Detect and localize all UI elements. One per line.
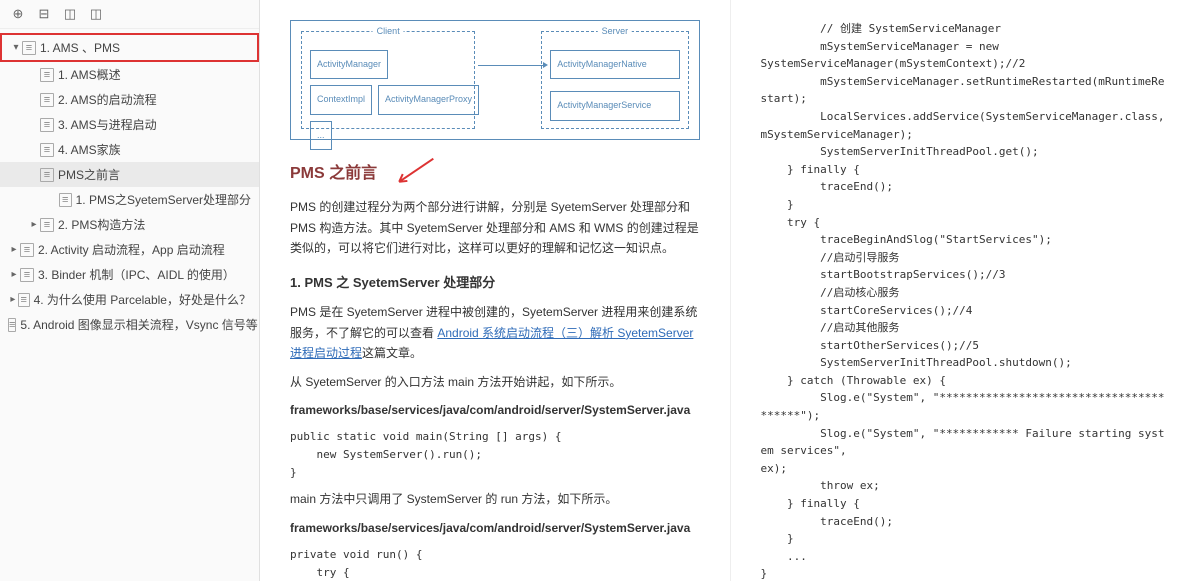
- diagram-server-group: Server ActivityManagerNative ActivityMan…: [541, 31, 688, 129]
- paragraph: PMS 是在 SyetemServer 进程中被创建的，SyetemServer…: [290, 302, 700, 363]
- expand-arrow-icon[interactable]: ▸: [28, 219, 40, 230]
- bookmark-icon[interactable]: ◫: [62, 6, 78, 22]
- outline-item[interactable]: ≡ 2. AMS的启动流程: [0, 87, 259, 112]
- content-right-column: // 创建 SystemServiceManager mSystemServic…: [731, 0, 1200, 581]
- architecture-diagram: Client ActivityManager ContextImpl Activ…: [290, 20, 700, 140]
- outline-item-label: 1. AMS概述: [58, 66, 121, 83]
- diagram-box-ams: ActivityManagerService: [550, 91, 679, 120]
- outline-item[interactable]: ≡ 5. Android 图像显示相关流程，Vsync 信号等: [0, 312, 259, 337]
- content-area: Client ActivityManager ContextImpl Activ…: [260, 0, 1200, 581]
- outline-item[interactable]: ▾≡ 1. AMS 、PMS: [0, 33, 259, 62]
- code-block: private void run() { try { ... //创建消息Loo…: [290, 546, 700, 581]
- outline-item[interactable]: ≡ 3. AMS与进程启动: [0, 112, 259, 137]
- expand-arrow-icon[interactable]: ▸: [8, 294, 18, 305]
- add-icon[interactable]: ⊕: [10, 6, 26, 22]
- outline-item-label: 1. AMS 、PMS: [40, 39, 120, 56]
- code-path: frameworks/base/services/java/com/androi…: [290, 518, 700, 538]
- document-icon: ≡: [40, 118, 54, 132]
- code-block: public static void main(String [] args) …: [290, 428, 700, 481]
- diagram-arrow-icon: [478, 65, 543, 66]
- section-heading: PMS 之前言: [290, 160, 700, 187]
- subsection-heading: 1. PMS 之 SyetemServer 处理部分: [290, 272, 700, 294]
- document-icon: ≡: [40, 168, 54, 182]
- diagram-box-amp: ActivityManagerProxy: [378, 85, 479, 114]
- diagram-client-label: Client: [373, 24, 404, 39]
- outline-item-label: 5. Android 图像显示相关流程，Vsync 信号等: [20, 316, 257, 333]
- outline-item-label: 4. AMS家族: [58, 141, 121, 158]
- code-path: frameworks/base/services/java/com/androi…: [290, 400, 700, 420]
- diagram-box-amn: ActivityManagerNative: [550, 50, 679, 79]
- document-icon: ≡: [18, 293, 30, 307]
- outline-item-label: 2. AMS的启动流程: [58, 91, 157, 108]
- outline-item[interactable]: ≡ PMS之前言: [0, 162, 259, 187]
- outline-item[interactable]: ▸≡ 3. Binder 机制（IPC、AIDL 的使用）: [0, 262, 259, 287]
- document-icon: ≡: [8, 318, 16, 332]
- document-icon: ≡: [22, 41, 36, 55]
- outline-item-label: 2. PMS构造方法: [58, 216, 145, 233]
- diagram-client-group: Client ActivityManager ContextImpl Activ…: [301, 31, 475, 129]
- document-icon: ≡: [40, 143, 54, 157]
- collapse-icon[interactable]: ⊟: [36, 6, 52, 22]
- outline-item[interactable]: ≡ 4. AMS家族: [0, 137, 259, 162]
- diagram-server-label: Server: [598, 24, 633, 39]
- outline-item-label: 3. Binder 机制（IPC、AIDL 的使用）: [38, 266, 235, 283]
- expand-arrow-icon[interactable]: ▸: [8, 244, 20, 255]
- outline-item[interactable]: ≡ 1. PMS之SyetemServer处理部分: [0, 187, 259, 212]
- document-icon: ≡: [59, 193, 72, 207]
- paragraph: PMS 的创建过程分为两个部分进行讲解，分别是 SyetemServer 处理部…: [290, 197, 700, 258]
- expand-arrow-icon[interactable]: ▸: [8, 269, 20, 280]
- paragraph: main 方法中只调用了 SystemServer 的 run 方法，如下所示。: [290, 489, 700, 509]
- paragraph: 从 SyetemServer 的入口方法 main 方法开始讲起，如下所示。: [290, 372, 700, 392]
- document-icon: ≡: [40, 93, 54, 107]
- outline-item[interactable]: ▸≡ 4. 为什么使用 Parcelable，好处是什么？: [0, 287, 259, 312]
- document-icon: ≡: [20, 243, 34, 257]
- outline-item[interactable]: ≡ 1. AMS概述: [0, 62, 259, 87]
- outline-item-label: 1. PMS之SyetemServer处理部分: [76, 191, 251, 208]
- diagram-box-am: ActivityManager: [310, 50, 388, 79]
- sidebar-toolbar: ⊕ ⊟ ◫ ◫: [0, 0, 259, 29]
- document-icon: ≡: [40, 68, 54, 82]
- sidebar: ⊕ ⊟ ◫ ◫ ▾≡1. AMS 、PMS≡1. AMS概述≡2. AMS的启动…: [0, 0, 260, 581]
- outline-item[interactable]: ▸≡ 2. Activity 启动流程，App 启动流程: [0, 237, 259, 262]
- outline-item-label: 3. AMS与进程启动: [58, 116, 157, 133]
- outline-tree: ▾≡1. AMS 、PMS≡1. AMS概述≡2. AMS的启动流程≡3. AM…: [0, 29, 259, 581]
- diagram-box-ci: ContextImpl: [310, 85, 372, 114]
- code-block: // 创建 SystemServiceManager mSystemServic…: [761, 20, 1171, 581]
- bookmark2-icon[interactable]: ◫: [88, 6, 104, 22]
- outline-item-label: 2. Activity 启动流程，App 启动流程: [38, 241, 225, 258]
- content-left-column: Client ActivityManager ContextImpl Activ…: [260, 0, 731, 581]
- document-icon: ≡: [40, 218, 54, 232]
- outline-item-label: PMS之前言: [58, 166, 120, 183]
- outline-item[interactable]: ▸≡ 2. PMS构造方法: [0, 212, 259, 237]
- outline-item-label: 4. 为什么使用 Parcelable，好处是什么？: [34, 291, 251, 308]
- diagram-box-dots: ...: [310, 121, 332, 150]
- annotation-arrow-icon: [387, 154, 443, 197]
- document-icon: ≡: [20, 268, 34, 282]
- expand-arrow-icon[interactable]: ▾: [10, 42, 22, 53]
